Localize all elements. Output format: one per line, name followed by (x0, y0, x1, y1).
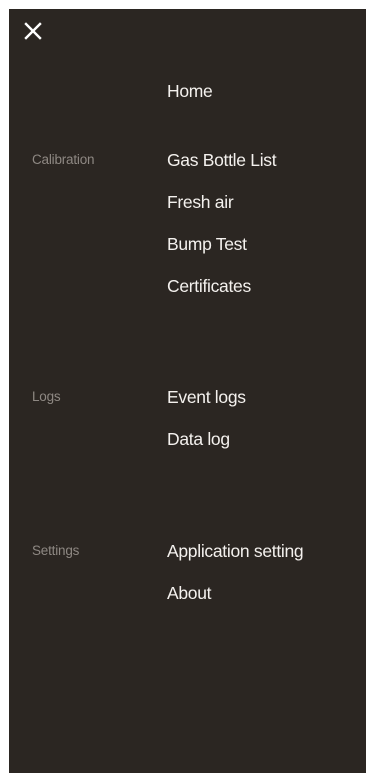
menu-item-gas-bottle-list[interactable]: Gas Bottle List (167, 149, 277, 171)
menu-item-certificates[interactable]: Certificates (167, 275, 251, 297)
menu-item-application-setting[interactable]: Application setting (167, 540, 304, 562)
section-label-calibration: Calibration (32, 152, 95, 167)
menu-item-event-logs[interactable]: Event logs (167, 386, 246, 408)
menu-item-about[interactable]: About (167, 582, 212, 604)
close-icon (24, 22, 42, 40)
menu-item-home[interactable]: Home (167, 80, 213, 102)
menu-item-fresh-air[interactable]: Fresh air (167, 191, 234, 213)
close-button[interactable] (23, 21, 43, 41)
navigation-drawer: Home Calibration Gas Bottle List Fresh a… (9, 9, 366, 773)
section-label-settings: Settings (32, 543, 80, 558)
section-label-logs: Logs (32, 389, 61, 404)
menu-item-data-log[interactable]: Data log (167, 428, 230, 450)
menu-item-bump-test[interactable]: Bump Test (167, 233, 247, 255)
